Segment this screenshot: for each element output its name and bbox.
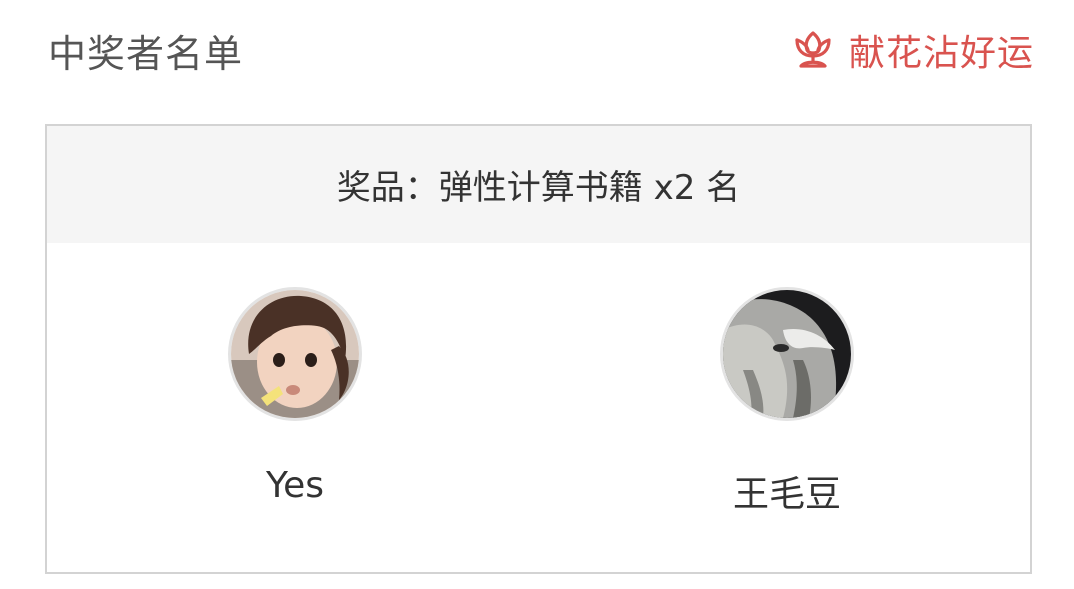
flower-icon [791,28,835,72]
winner-item[interactable]: Yes [195,287,395,506]
winner-name: 王毛豆 [732,474,841,515]
page-title: 中奖者名单 [48,31,244,76]
avatar[interactable] [228,287,362,421]
send-flower-button[interactable]: 献花沾好运 [791,24,1034,76]
winners-page: 中奖者名单 献花沾好运 奖品：弹性计算书籍 x2 名 Yes 王毛豆 [0,0,1074,589]
winner-item[interactable]: 王毛豆 [687,287,887,517]
winner-name: Yes [265,465,325,506]
winners-card: 奖品：弹性计算书籍 x2 名 Yes 王毛豆 [45,124,1032,574]
header: 中奖者名单 献花沾好运 [48,20,1034,80]
prize-text: 奖品：弹性计算书籍 x2 名 [336,168,741,208]
prize-banner: 奖品：弹性计算书籍 x2 名 [47,126,1030,243]
send-flower-label: 献花沾好运 [848,33,1034,74]
winners-list: Yes 王毛豆 [47,243,1030,572]
avatar[interactable] [720,287,854,421]
